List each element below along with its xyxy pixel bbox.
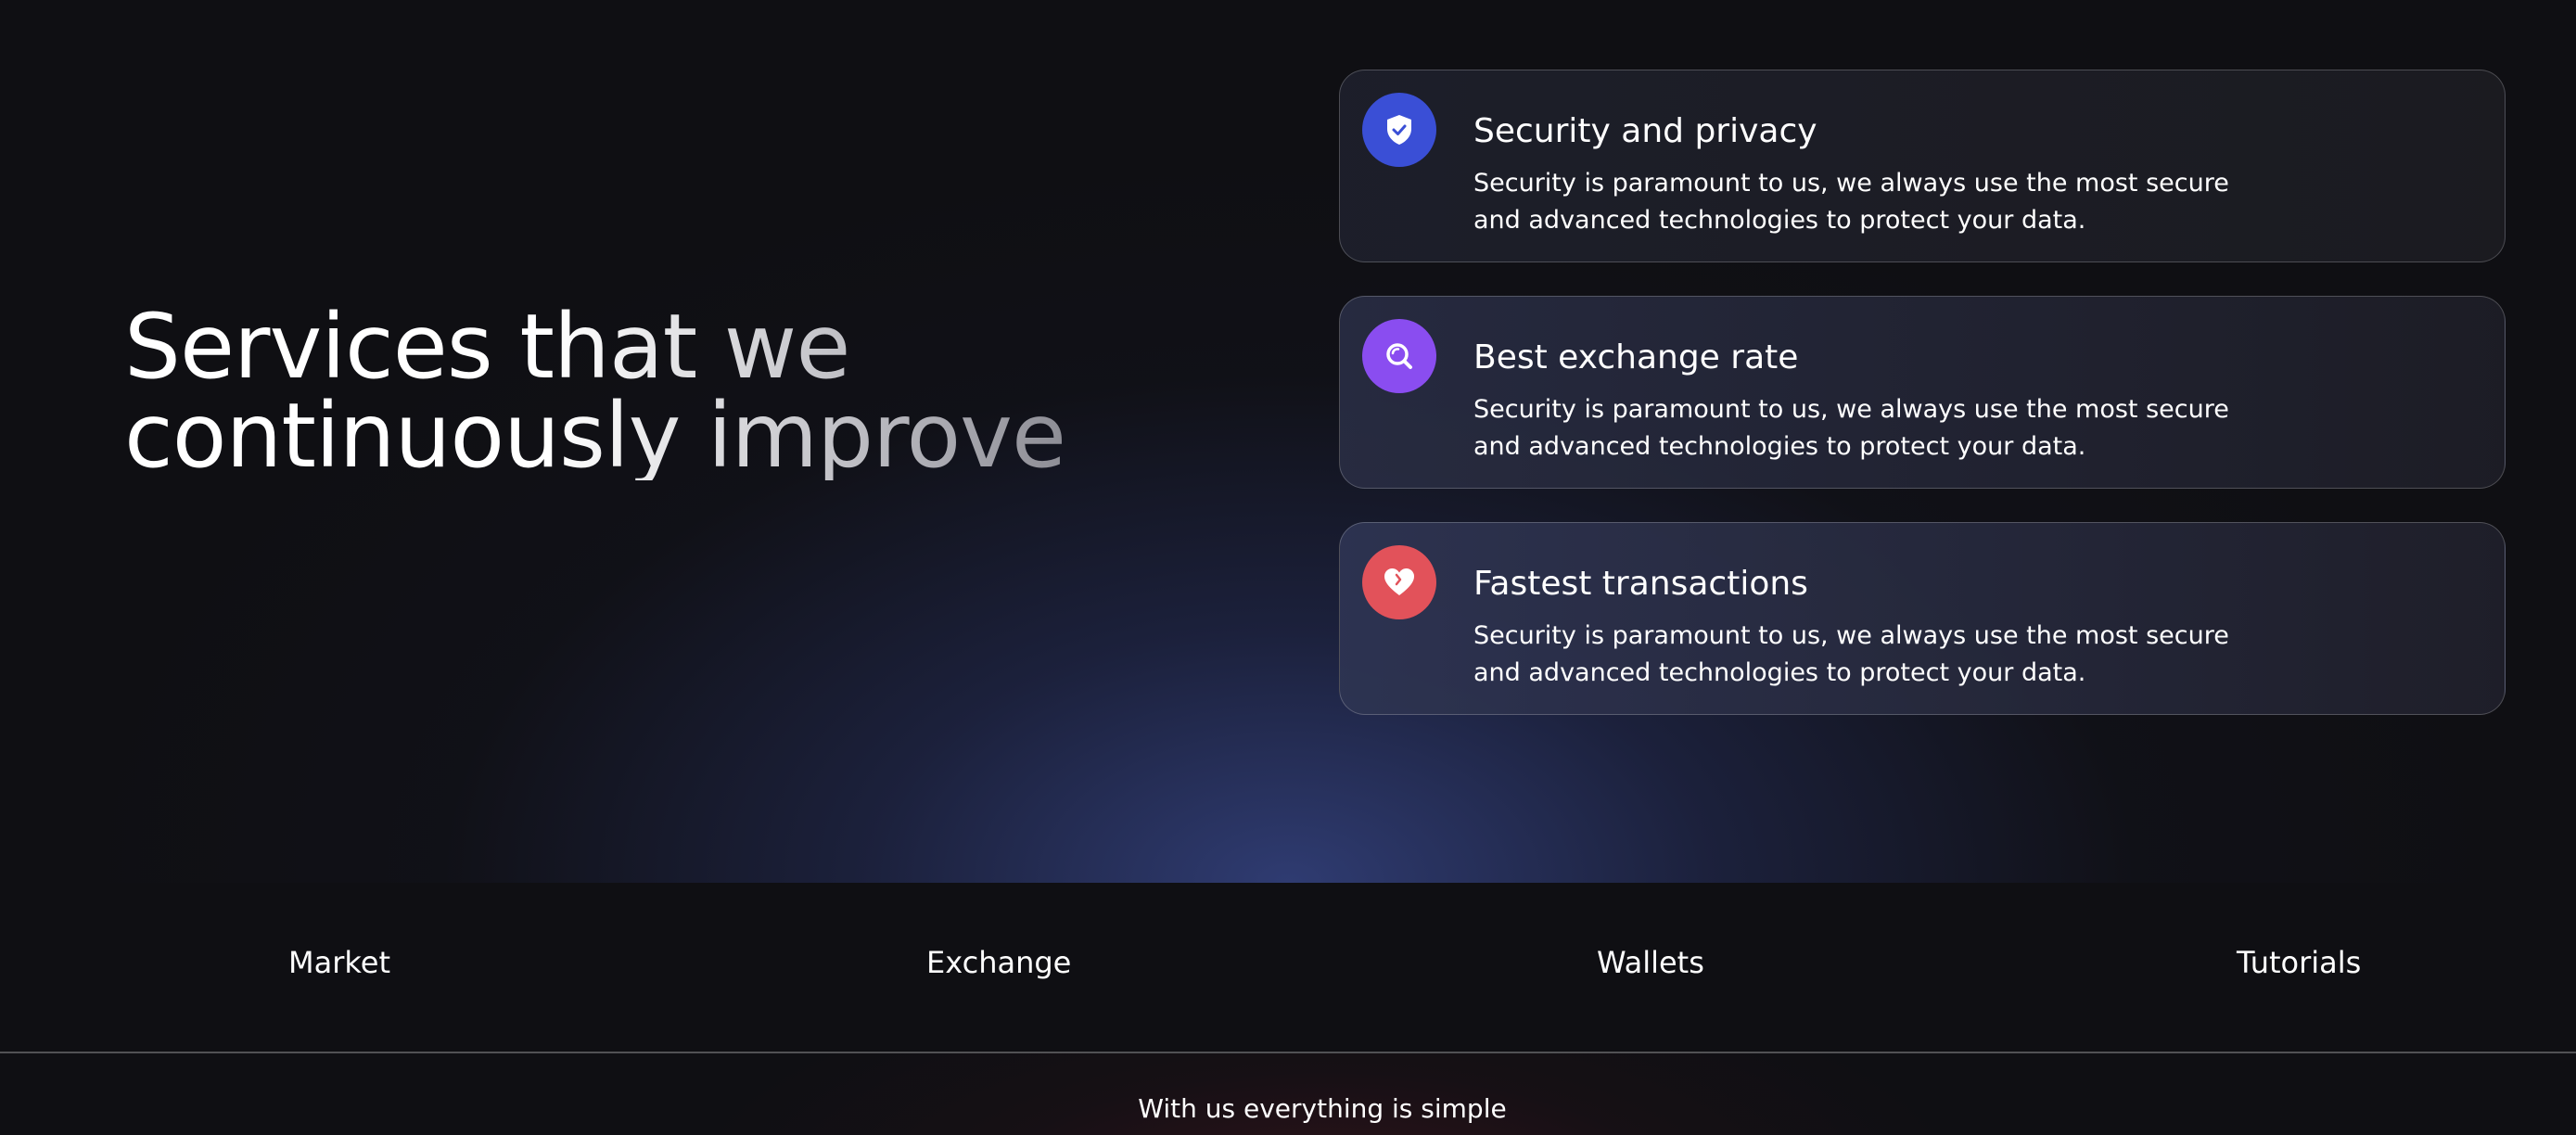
service-title: Security and privacy (1473, 112, 1817, 150)
section-title-line-2: continuously improve (124, 384, 1066, 488)
service-title: Best exchange rate (1473, 338, 1799, 376)
service-card-exchange-rate: Best exchange rate Security is paramount… (1339, 296, 2506, 489)
section-title: Services that we continuously improve (124, 302, 1070, 480)
service-description: Security is paramount to us, we always u… (1473, 169, 2229, 235)
services-section: Services that we continuously improve Se… (0, 0, 2576, 883)
service-card-transactions: Fastest transactions Security is paramou… (1339, 522, 2506, 715)
tagline: With us everything is simple (1138, 1093, 1507, 1124)
search-icon (1362, 319, 1436, 393)
nav-link-tutorials[interactable]: Tutorials (2237, 944, 2361, 981)
service-title: Fastest transactions (1473, 565, 1808, 603)
service-card-security: Security and privacy Security is paramou… (1339, 70, 2506, 262)
nav-link-wallets[interactable]: Wallets (1597, 944, 1704, 981)
tagline-section: With us everything is simple (0, 1053, 2576, 1135)
nav-link-market[interactable]: Market (288, 944, 390, 981)
service-description: Security is paramount to us, we always u… (1473, 621, 2229, 687)
footer-nav: Market Exchange Wallets Tutorials (0, 883, 2576, 1052)
nav-link-exchange[interactable]: Exchange (926, 944, 1071, 981)
service-description: Security is paramount to us, we always u… (1473, 395, 2229, 461)
heart-icon (1362, 545, 1436, 619)
shield-check-icon (1362, 93, 1436, 167)
page: Services that we continuously improve Se… (0, 0, 2576, 1135)
